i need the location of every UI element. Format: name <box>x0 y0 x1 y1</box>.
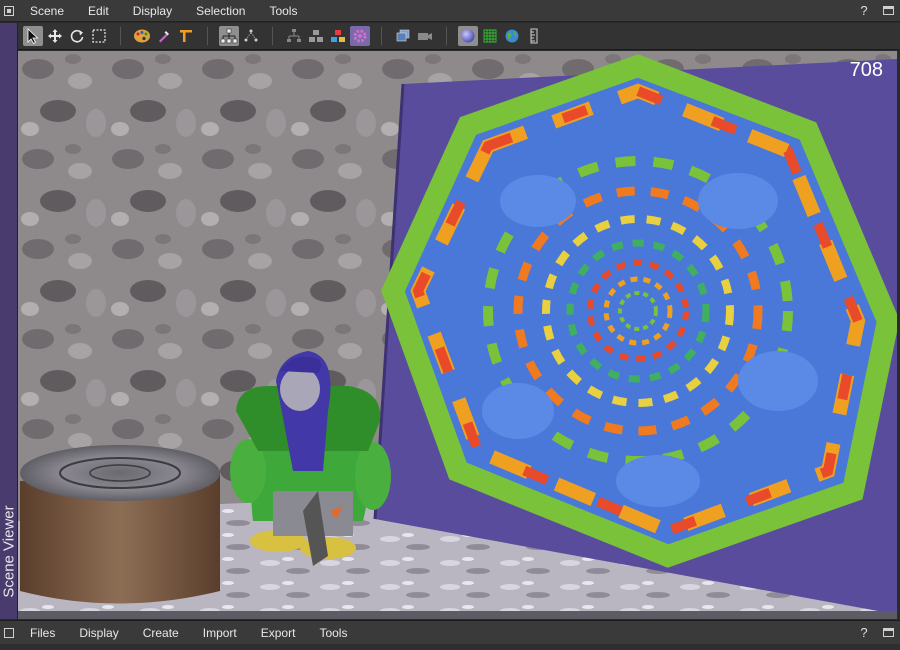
sphere-icon[interactable] <box>458 26 478 46</box>
menu-display[interactable]: Display <box>121 0 184 22</box>
bottom-menu-bar: Files Display Create Import Export Tools… <box>0 620 900 644</box>
window-menu-icon[interactable] <box>0 0 18 22</box>
menu-files[interactable]: Files <box>18 622 67 644</box>
ruler-icon[interactable] <box>524 26 544 46</box>
fractal-octagon <box>381 54 897 568</box>
menu-tools[interactable]: Tools <box>257 0 309 22</box>
toolbar-separator <box>207 27 208 45</box>
move-icon[interactable] <box>45 26 65 46</box>
bottom-right-controls: ? <box>852 622 900 644</box>
toolbar-separator <box>120 27 121 45</box>
viewport-toolbar <box>18 23 900 50</box>
bottom-strip <box>0 644 900 650</box>
bottom-dock-toggle-icon[interactable] <box>876 622 900 644</box>
stack-icon[interactable] <box>393 26 413 46</box>
paint-palette-icon[interactable] <box>132 26 152 46</box>
tree-stump <box>20 445 220 604</box>
toolbar-separator <box>446 27 447 45</box>
scene-render <box>18 51 897 619</box>
menu-create[interactable]: Create <box>131 622 191 644</box>
scene-viewport[interactable]: 708 <box>18 51 897 619</box>
menu-right-controls: ? <box>852 0 900 22</box>
bottom-help-button[interactable]: ? <box>852 625 876 640</box>
hierarchy-icon[interactable] <box>219 26 239 46</box>
scene-viewer-side-tab[interactable]: Scene Viewer <box>0 23 18 619</box>
menu-selection[interactable]: Selection <box>184 0 257 22</box>
dock-toggle-icon[interactable] <box>876 0 900 22</box>
eyedropper-icon[interactable] <box>154 26 174 46</box>
menu-tools-bottom[interactable]: Tools <box>307 622 359 644</box>
measure-icon[interactable] <box>176 26 196 46</box>
cubes-icon[interactable] <box>306 26 326 46</box>
camera-icon[interactable] <box>415 26 435 46</box>
bottom-window-menu-icon[interactable] <box>0 621 18 645</box>
grid-icon[interactable] <box>480 26 500 46</box>
colored-blocks-icon[interactable] <box>328 26 348 46</box>
marquee-select-icon[interactable] <box>89 26 109 46</box>
toolbar-separator <box>381 27 382 45</box>
help-button[interactable]: ? <box>852 3 876 18</box>
fps-counter: 708 <box>849 59 883 81</box>
side-tab-label: Scene Viewer <box>0 505 18 598</box>
menu-import[interactable]: Import <box>191 622 249 644</box>
menu-display-bottom[interactable]: Display <box>67 622 130 644</box>
nodes-icon[interactable] <box>241 26 261 46</box>
top-menu-bar: Scene Edit Display Selection Tools ? <box>0 0 900 22</box>
toolbar-separator <box>272 27 273 45</box>
rotate-icon[interactable] <box>67 26 87 46</box>
app-window: Scene Edit Display Selection Tools ? Sce… <box>0 0 900 650</box>
globe-icon[interactable] <box>502 26 522 46</box>
gear-lit-icon[interactable] <box>350 26 370 46</box>
tree-icon[interactable] <box>284 26 304 46</box>
select-arrow-icon[interactable] <box>23 26 43 46</box>
menu-edit[interactable]: Edit <box>76 0 121 22</box>
menu-export[interactable]: Export <box>249 622 308 644</box>
menu-scene[interactable]: Scene <box>18 0 76 22</box>
